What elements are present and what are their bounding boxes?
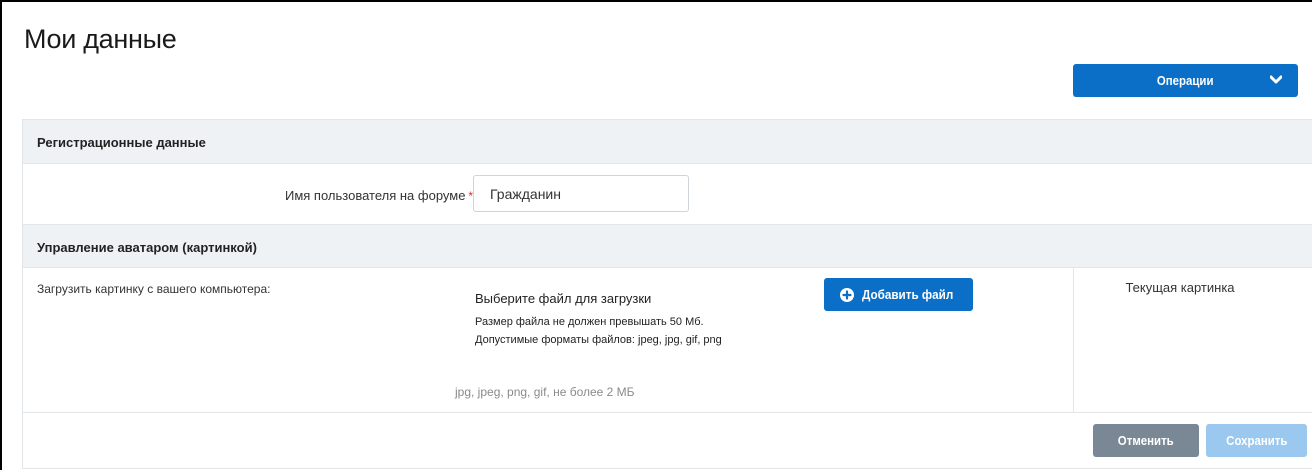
add-file-button[interactable]: Добавить файл — [824, 278, 973, 311]
avatar-section-title: Управление аватаром (картинкой) — [37, 240, 257, 255]
username-input[interactable] — [473, 175, 689, 212]
current-picture-panel: Текущая картинка — [1073, 268, 1312, 412]
avatar-hint: jpg, jpeg, png, gif, не более 2 МБ — [455, 385, 635, 399]
cancel-label: Отменить — [1118, 433, 1174, 448]
file-formats-note: Допустимые форматы файлов: jpeg, jpg, gi… — [475, 334, 722, 346]
choose-file-text: Выберите файл для загрузки — [475, 291, 652, 306]
footer-divider — [23, 412, 1312, 413]
file-size-note: Размер файла не должен превышать 50 Мб. — [475, 316, 704, 328]
operations-label: Операции — [1157, 73, 1214, 88]
save-button[interactable]: Сохранить — [1206, 424, 1307, 457]
profile-card: Регистрационные данные Имя пользователя … — [22, 119, 1312, 469]
save-label: Сохранить — [1225, 433, 1288, 448]
cancel-button[interactable]: Отменить — [1093, 424, 1199, 457]
avatar-section-header: Управление аватаром (картинкой) — [23, 224, 1312, 268]
page-frame: Мои данные Операции Регистрационные данн… — [0, 0, 1312, 470]
operations-button[interactable]: Операции — [1073, 64, 1298, 97]
chevron-down-icon — [1270, 75, 1282, 84]
registration-section-header: Регистрационные данные — [23, 120, 1312, 164]
page-title: Мои данные — [24, 24, 177, 54]
upload-label: Загрузить картинку с вашего компьютера: — [37, 282, 271, 296]
registration-section-title: Регистрационные данные — [37, 135, 206, 150]
username-label: Имя пользователя на форуме * — [285, 188, 474, 203]
add-file-label: Добавить файл — [862, 287, 954, 302]
plus-circle-icon — [840, 288, 854, 302]
current-picture-label: Текущая картинка — [1125, 280, 1235, 295]
